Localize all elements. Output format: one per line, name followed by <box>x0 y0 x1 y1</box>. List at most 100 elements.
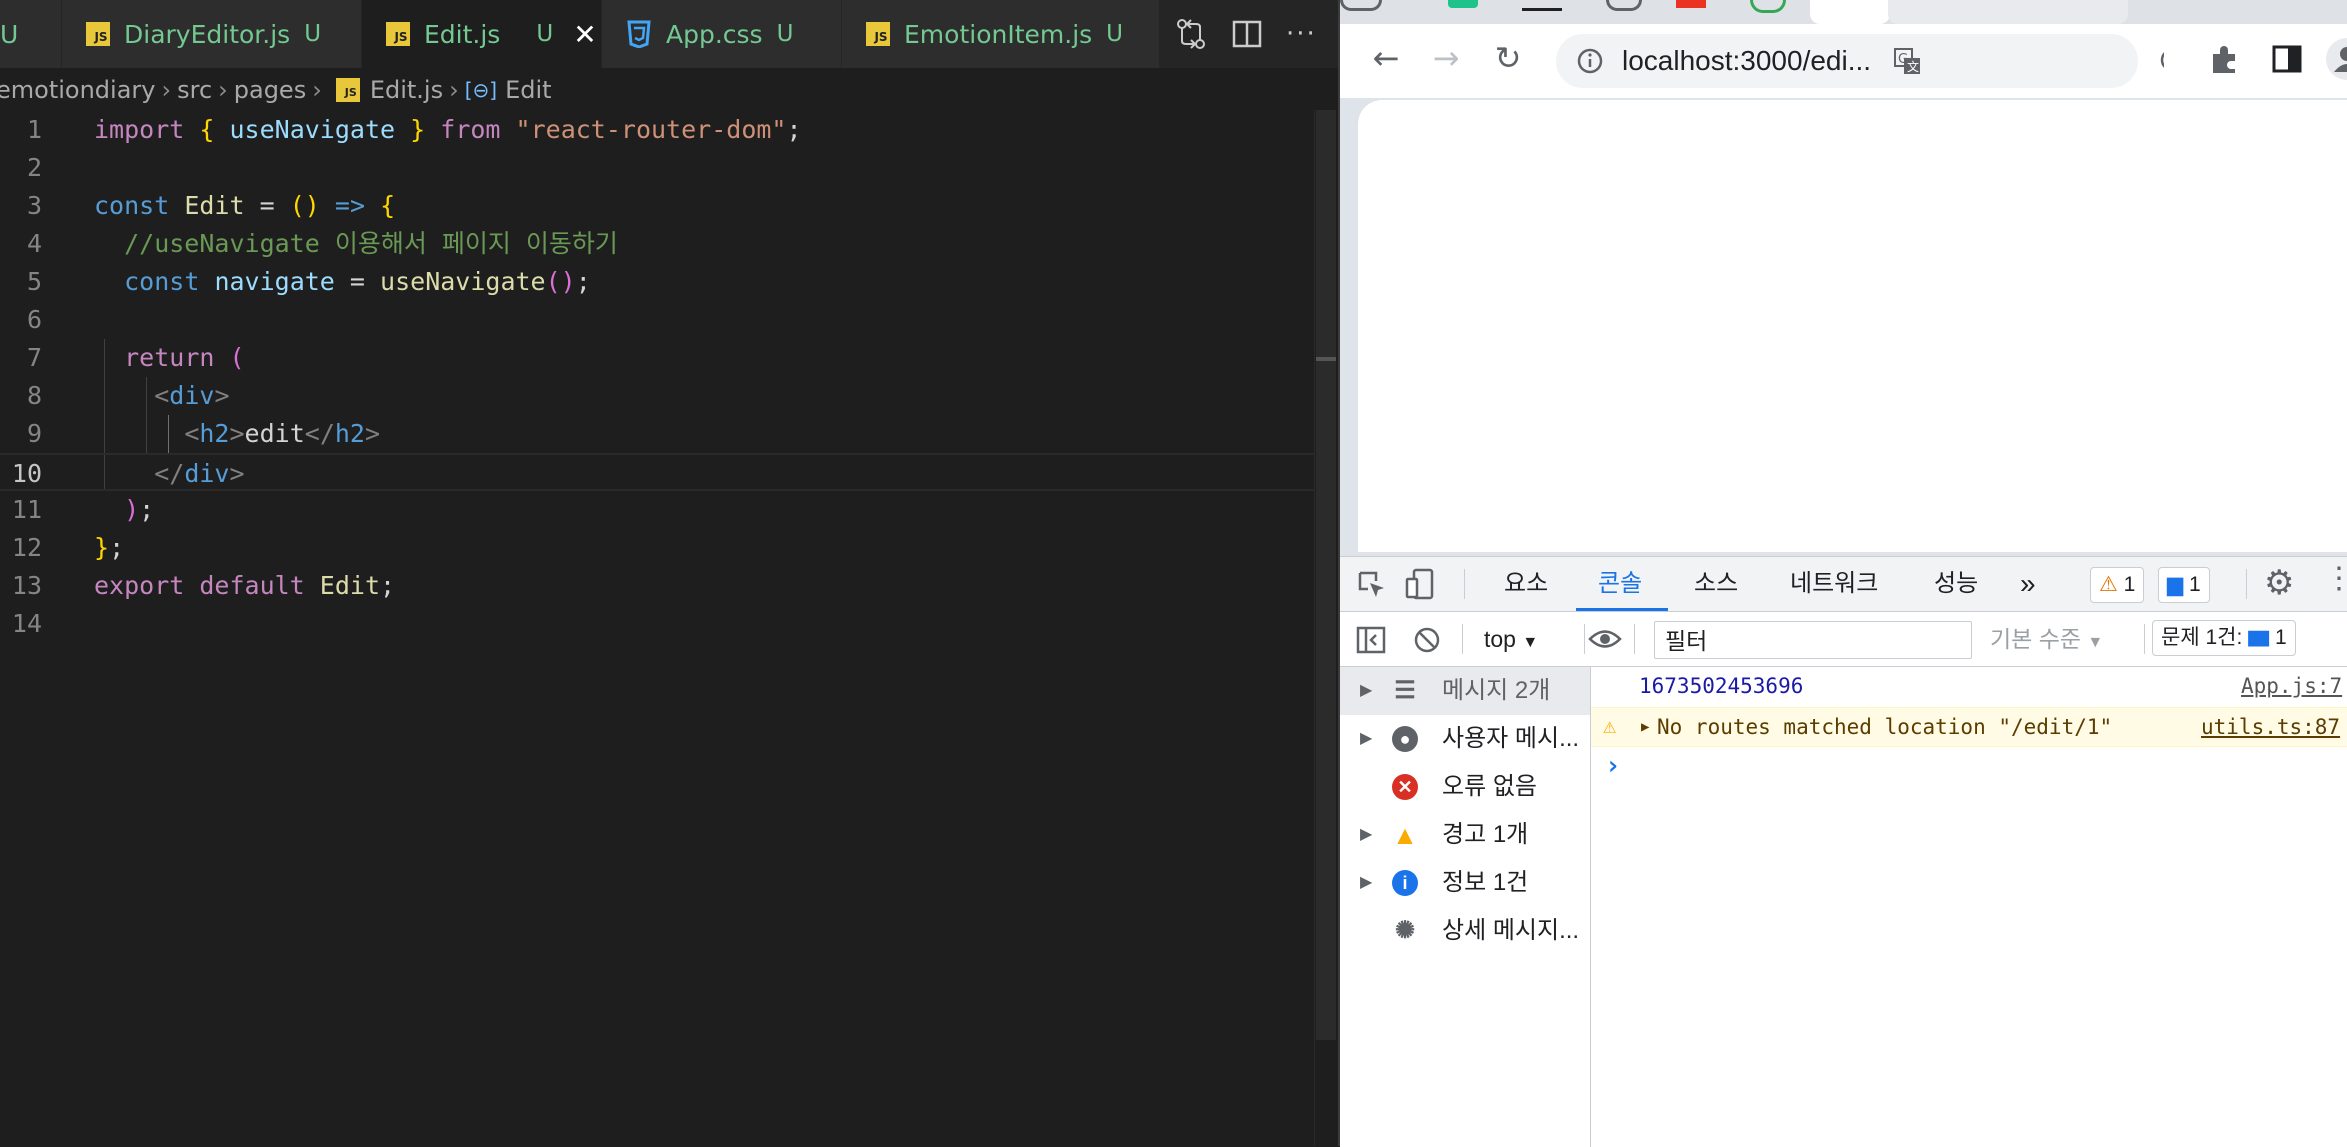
tab-label: App.css <box>666 19 763 49</box>
css-file-icon <box>627 20 651 48</box>
page-content[interactable] <box>1358 100 2347 552</box>
js-file-icon: JS <box>866 22 890 46</box>
sidebar-item-errors[interactable]: ✕ 오류 없음 <box>1340 763 1590 811</box>
expand-arrow-icon[interactable]: ▶ <box>1360 715 1372 763</box>
code-line: 7 return ( <box>0 339 1338 377</box>
close-icon[interactable]: ✕ <box>573 18 596 51</box>
more-actions-icon[interactable]: ··· <box>1286 19 1317 49</box>
profile-avatar[interactable] <box>2326 38 2347 80</box>
source-link[interactable]: App.js:7 <box>2241 667 2342 705</box>
inspect-element-icon[interactable] <box>1356 569 1386 599</box>
side-panel-icon[interactable] <box>2270 42 2304 76</box>
expand-arrow-icon[interactable]: ▶ <box>1360 667 1372 715</box>
sidebar-item-label: 경고 1개 <box>1442 821 1529 848</box>
tab-elements[interactable]: 요소 <box>1504 557 1548 611</box>
sidebar-item-label: 정보 1건 <box>1442 869 1529 896</box>
tab-emotionitem[interactable]: JS EmotionItem.js U <box>842 0 1160 68</box>
sidebar-toggle-icon[interactable] <box>1356 626 1386 654</box>
tab-favicon[interactable] <box>1448 0 1478 8</box>
breadcrumb-folder[interactable]: src <box>177 76 212 104</box>
translate-icon[interactable]: G文 <box>1892 46 1922 76</box>
code-text: }; <box>94 533 125 562</box>
sidebar-item-label: 메시지 2개 <box>1442 677 1551 704</box>
sidebar-item-user-messages[interactable]: ▶ ● 사용자 메시... <box>1340 715 1590 763</box>
message-text: 1673502453696 <box>1639 674 1804 698</box>
message-text: No routes matched location "/edit/1" <box>1657 715 2113 739</box>
sidebar-item-verbose[interactable]: ✺ 상세 메시지... <box>1340 907 1590 955</box>
info-icon: i <box>1392 870 1418 896</box>
tab-diaryeditor[interactable]: JS DiaryEditor.js U <box>62 0 362 68</box>
device-toolbar-icon[interactable] <box>1404 567 1436 601</box>
tab-network[interactable]: 네트워크 <box>1790 557 1878 611</box>
compare-changes-icon[interactable] <box>1174 17 1208 51</box>
breadcrumb-file[interactable]: Edit.js <box>370 76 443 104</box>
sidebar-item-label: 오류 없음 <box>1442 773 1537 800</box>
tab-status: U <box>776 21 794 47</box>
code-text: const navigate = useNavigate(); <box>124 267 591 296</box>
info-counter[interactable]: ▆ 1 <box>2158 567 2210 603</box>
address-bar[interactable]: localhost:3000/edi... G文 <box>1556 34 2138 88</box>
error-icon: ✕ <box>1392 774 1418 800</box>
source-link[interactable]: utils.ts:87 <box>2201 708 2340 746</box>
tab-app-css[interactable]: App.css U <box>602 0 842 68</box>
breadcrumb-symbol[interactable]: Edit <box>505 76 551 104</box>
tab-favicon[interactable] <box>1340 0 1382 11</box>
list-icon: ☰ <box>1394 677 1416 704</box>
line-number: 6 <box>26 305 42 334</box>
expand-arrow-icon[interactable]: ▶ <box>1641 708 1649 746</box>
tab-console[interactable]: 콘솔 <box>1598 557 1642 611</box>
more-tabs-icon[interactable]: » <box>2020 557 2036 611</box>
sidebar-item-info[interactable]: ▶ i 정보 1건 <box>1340 859 1590 907</box>
tab-status: U <box>304 21 322 47</box>
toolbar-divider <box>1462 624 1463 654</box>
expand-arrow-icon[interactable]: ▶ <box>1360 811 1372 859</box>
tab-status: U <box>536 21 554 47</box>
breadcrumb-folder[interactable]: pages <box>234 76 306 104</box>
console-sidebar: ▶ ☰ 메시지 2개 ▶ ● 사용자 메시... ✕ 오류 없음 ▶ ▲ 경고 … <box>1340 667 1591 1147</box>
code-line: 3 const Edit = () => { <box>0 187 1338 225</box>
context-selector[interactable]: top ▼ <box>1484 612 1538 670</box>
code-line: 13 export default Edit; <box>0 567 1338 605</box>
clear-console-icon[interactable] <box>1412 625 1442 655</box>
back-arrow-icon[interactable]: ← <box>1364 36 1408 80</box>
code-line: 12}; <box>0 529 1338 567</box>
forward-arrow-icon[interactable]: → <box>1424 36 1468 80</box>
editor-scrollbar-thumb[interactable] <box>1316 110 1336 1040</box>
js-file-icon: JS <box>386 22 410 46</box>
toolbar-divider <box>1464 569 1465 599</box>
active-tab[interactable] <box>1810 0 1890 24</box>
live-expression-eye-icon[interactable] <box>1588 628 1622 650</box>
extensions-puzzle-icon[interactable] <box>2208 42 2242 76</box>
console-prompt[interactable]: › <box>1591 747 2347 785</box>
code-text: import { useNavigate } from "react-route… <box>94 115 802 144</box>
issues-label: 문제 1건: <box>2161 626 2243 649</box>
tab-favicon[interactable] <box>1750 0 1786 13</box>
tab-sources[interactable]: 소스 <box>1694 557 1738 611</box>
reload-icon[interactable]: ↻ <box>1486 36 1530 80</box>
tab-favicon[interactable] <box>1606 0 1642 11</box>
sidebar-item-warnings[interactable]: ▶ ▲ 경고 1개 <box>1340 811 1590 859</box>
console-message-log: 1673502453696 App.js:7 <box>1591 667 2347 705</box>
warnings-counter[interactable]: ⚠ 1 <box>2090 567 2145 603</box>
breadcrumb-folder[interactable]: emotiondiary <box>0 76 155 104</box>
tab-edit[interactable]: JS Edit.js U ✕ <box>362 0 602 68</box>
tab-favicon[interactable] <box>1522 0 1562 11</box>
split-editor-icon[interactable] <box>1230 17 1264 51</box>
log-level-selector[interactable]: 기본 수준 ▼ <box>1990 612 2103 670</box>
settings-gear-icon[interactable]: ⚙ <box>2264 563 2294 603</box>
tab-favicon[interactable] <box>1676 0 1706 8</box>
tab-performance[interactable]: 성능 <box>1934 557 1978 611</box>
browser-tab[interactable] <box>1888 0 2128 24</box>
tab-previous-partial[interactable]: U <box>0 0 62 68</box>
code-line: 8 <div> <box>0 377 1338 415</box>
line-number: 12 <box>11 533 42 562</box>
info-icon[interactable] <box>1576 47 1604 75</box>
filter-input[interactable]: 필터 <box>1654 621 1972 659</box>
toolbar-divider <box>1584 624 1585 654</box>
sidebar-item-messages[interactable]: ▶ ☰ 메시지 2개 <box>1340 667 1590 715</box>
expand-arrow-icon[interactable]: ▶ <box>1360 859 1372 907</box>
more-options-icon[interactable]: ⋮ <box>2324 561 2347 596</box>
issues-button[interactable]: 문제 1건: ▆ 1 <box>2152 620 2296 656</box>
js-file-icon: JS <box>335 78 360 102</box>
url-text[interactable]: localhost:3000/edi... <box>1622 34 1871 88</box>
